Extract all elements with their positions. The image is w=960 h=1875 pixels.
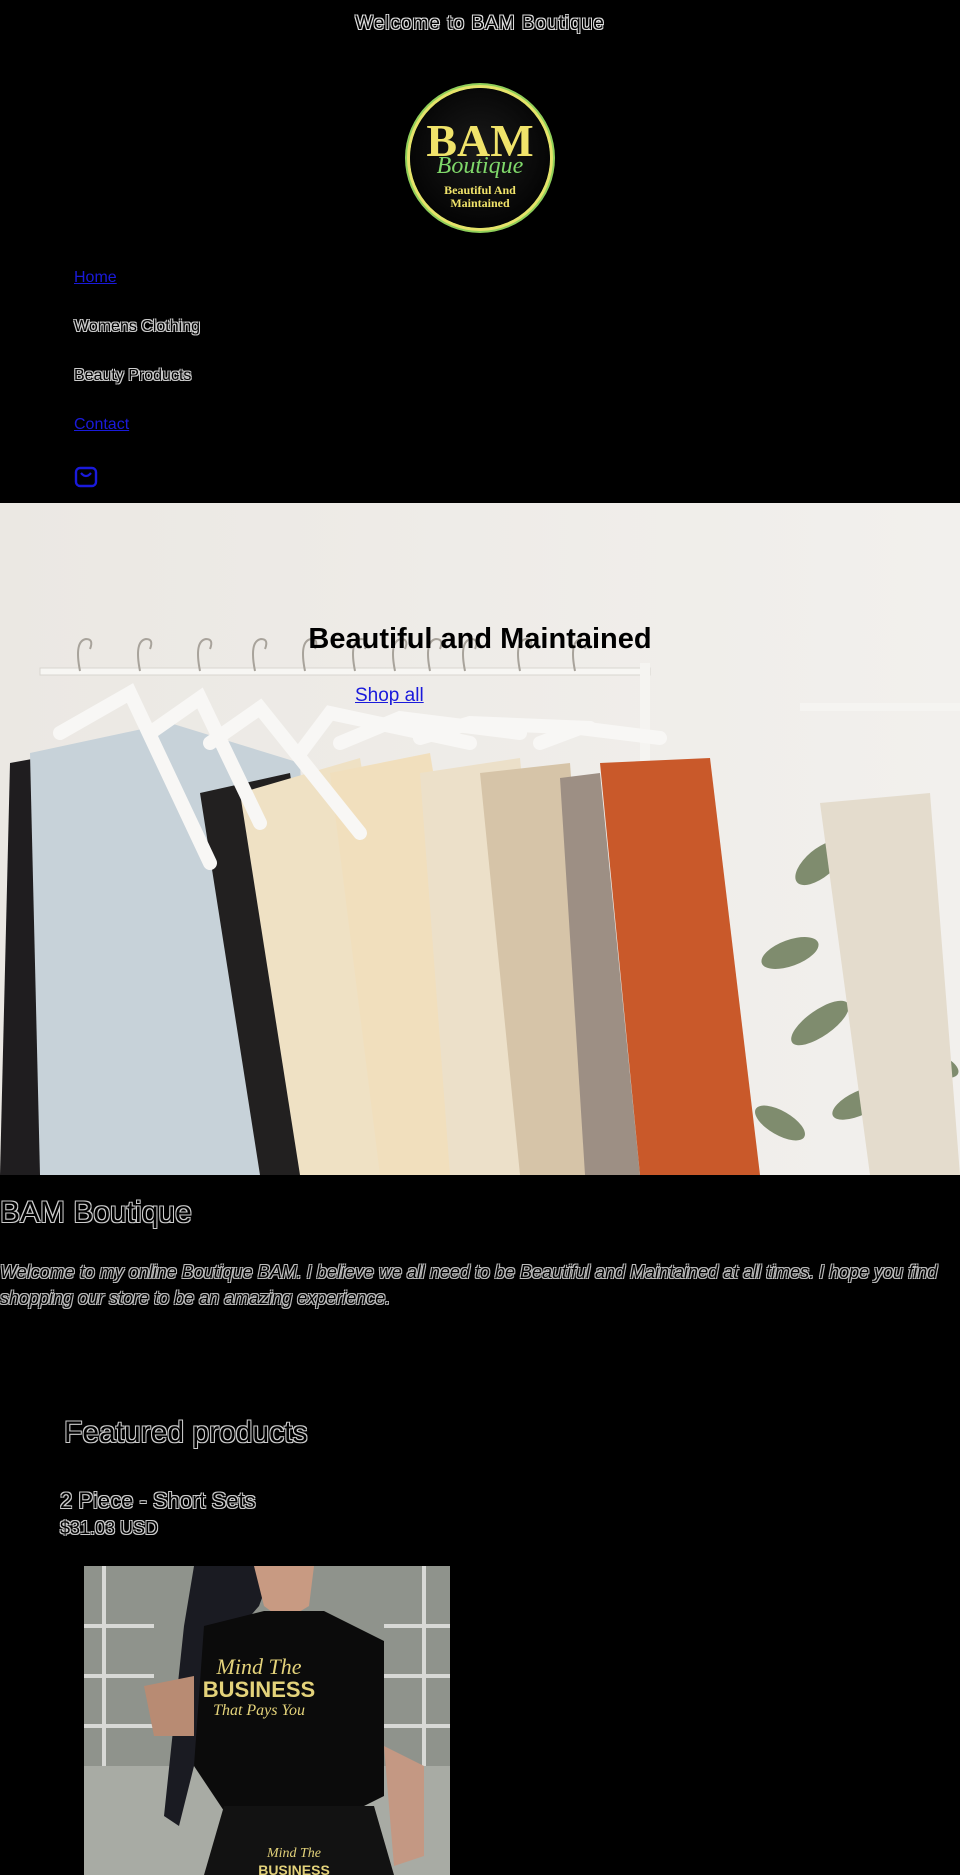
nav-home[interactable]: Home xyxy=(74,268,117,288)
product-photo xyxy=(84,1566,450,1875)
shorts-line1: Mind The xyxy=(266,1846,322,1861)
nav-beauty-products[interactable]: Beauty Products xyxy=(74,366,191,386)
shirt-line2: BUSINESS xyxy=(202,1677,316,1702)
shirt-line1: Mind The xyxy=(216,1654,302,1679)
featured-products-title: Featured products xyxy=(64,1416,308,1449)
cart-bag-icon[interactable] xyxy=(74,464,98,488)
shirt-graphic: Mind The BUSINESS That Pays You xyxy=(184,1656,334,1720)
logo-tagline: Beautiful And Maintained xyxy=(410,184,550,210)
about-text: Welcome to my online Boutique BAM. I bel… xyxy=(0,1262,938,1308)
nav-womens-clothing[interactable]: Womens Clothing xyxy=(74,317,200,337)
bam-boutique-logo[interactable]: BAM Boutique Beautiful And Maintained xyxy=(410,88,550,228)
clothing-rack-image xyxy=(0,503,960,1175)
shorts-graphic: Mind The BUSINESS xyxy=(244,1846,344,1875)
hero-title: Beautiful and Maintained xyxy=(308,623,652,655)
shirt-line3: That Pays You xyxy=(213,1702,305,1719)
nav-contact[interactable]: Contact xyxy=(74,415,129,435)
about-title: BAM Boutique xyxy=(0,1196,192,1229)
shorts-line2: BUSINESS xyxy=(258,1862,330,1875)
hero-banner: Beautiful and Maintained Shop all xyxy=(0,503,960,1175)
announcement-bar: Welcome to BAM Boutique xyxy=(355,13,605,34)
product-name-link[interactable]: 2 Piece - Short Sets xyxy=(60,1488,256,1514)
product-price: $31.03 USD xyxy=(60,1518,159,1538)
logo-tagline-line2: Maintained xyxy=(450,196,510,210)
logo-text-boutique: Boutique xyxy=(436,153,524,179)
product-image[interactable]: Mind The BUSINESS That Pays You Mind The… xyxy=(84,1566,450,1875)
shop-all-link[interactable]: Shop all xyxy=(355,685,424,707)
